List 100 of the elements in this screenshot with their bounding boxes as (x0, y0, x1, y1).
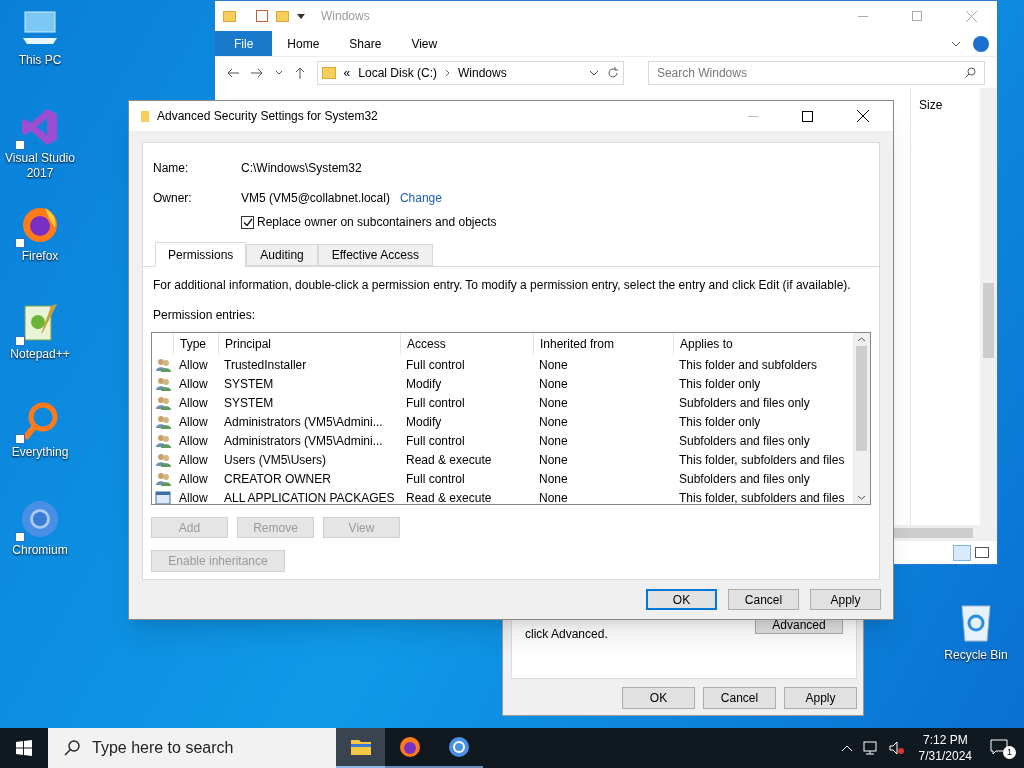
table-cell-text: Allow (178, 432, 209, 450)
dialog-button[interactable]: Apply (810, 589, 881, 610)
refresh-icon[interactable] (606, 66, 619, 79)
column-header[interactable]: Principal (218, 333, 400, 355)
tab[interactable]: Effective Access (317, 244, 433, 266)
tab[interactable]: Permissions (155, 242, 247, 267)
chevron-right-icon (445, 68, 450, 77)
clock-date[interactable]: 7/31/2024 (918, 748, 972, 764)
clock-time[interactable]: 7:12 PM (922, 732, 968, 748)
network-icon[interactable] (862, 741, 879, 755)
field-label: Name: (153, 160, 190, 177)
dropdown-icon[interactable] (274, 70, 283, 75)
maximize-icon[interactable] (802, 110, 813, 122)
table-cell-text: Allow (178, 394, 209, 412)
ribbon-tab[interactable]: File (215, 31, 273, 56)
column-header[interactable]: Type (173, 333, 218, 355)
table-cell-text: None (538, 451, 569, 469)
field-value: C:\Windows\System32 (241, 160, 363, 177)
chevron-up-icon[interactable] (840, 744, 853, 752)
info-text: For additional information, double-click a permission entry. To modify a permission entry, select the entry and click Edit (if available). (153, 277, 852, 294)
table-cell-text: None (538, 413, 569, 431)
taskbar-search-field[interactable]: Type here to search (48, 728, 336, 768)
desktop-icon-label[interactable]: This PC (2, 53, 78, 68)
scrollbar[interactable] (980, 88, 997, 525)
column-header[interactable]: Size (919, 98, 943, 112)
chromium-icon (446, 735, 471, 759)
table-cell-text: None (538, 470, 569, 488)
table-cell-text: Subfolders and files only (678, 470, 811, 488)
folder-icon (141, 110, 149, 122)
table-cell-text: Allow (178, 470, 209, 488)
table-cell-text: Full control (405, 356, 466, 374)
table-cell-text: SYSTEM (223, 394, 275, 412)
table-cell-text: Allow (178, 451, 209, 469)
dialog-button[interactable]: Cancel (703, 687, 776, 709)
address-bar[interactable]: « Local Disk (C:) Windows (316, 60, 624, 85)
breadcrumb[interactable]: Windows (458, 63, 507, 82)
address-prefix[interactable]: « (343, 63, 351, 82)
breadcrumb[interactable]: Local Disk (C:) (358, 63, 437, 82)
field-label: Owner: (153, 190, 193, 207)
up-icon[interactable] (294, 66, 305, 79)
search-icon (64, 740, 80, 756)
search-field[interactable]: Search Windows (647, 60, 985, 85)
users-icon (154, 375, 171, 392)
table-cell-text: None (538, 432, 569, 450)
table-cell-text: Full control (405, 432, 466, 450)
table-cell-text: ALL APPLICATION PACKAGES (223, 489, 396, 504)
taskbar-app-button[interactable] (336, 728, 385, 768)
change-link[interactable]: Change (399, 189, 442, 207)
desktop-icon-label[interactable]: Notepad++ (2, 347, 78, 362)
volume-muted-icon[interactable] (888, 741, 905, 755)
table-cell-text: Administrators (VM5\Admini... (223, 432, 384, 450)
thumbnail-view-icon[interactable] (975, 547, 989, 558)
dialog-button[interactable]: Apply (784, 687, 857, 709)
table-cell-text: This folder and subfolders (678, 356, 819, 374)
desktop-icon-label[interactable]: Firefox (2, 249, 78, 264)
dialog-button[interactable]: Cancel (728, 589, 799, 610)
table-cell-text: Allow (178, 489, 209, 504)
replace-owner-checkbox[interactable]: Replace owner on subcontainers and objects (241, 213, 869, 231)
ribbon-tab[interactable]: Home (272, 31, 335, 56)
back-icon[interactable] (227, 67, 239, 78)
dropdown-icon[interactable] (588, 69, 599, 76)
table-cell-text: Read & execute (405, 451, 493, 469)
table-cell-text: Modify (405, 413, 443, 431)
table-cell-text: Full control (405, 470, 466, 488)
table-cell-text: None (538, 356, 569, 374)
column-header[interactable]: Inherited from (533, 333, 673, 355)
ribbon-tab[interactable]: View (396, 31, 453, 56)
dialog-button[interactable]: OK (646, 589, 717, 610)
table-cell-text: This folder, subfolders and files (678, 451, 846, 469)
table-cell-text: TrustedInstaller (223, 356, 308, 374)
tab[interactable]: Auditing (246, 244, 318, 266)
users-icon (154, 432, 171, 449)
table-cell-text: Read & execute (405, 489, 493, 504)
table-cell-text: None (538, 375, 569, 393)
users-icon (154, 413, 171, 430)
window-icon (154, 489, 171, 504)
column-header[interactable]: Access (400, 333, 533, 355)
users-icon (154, 356, 171, 373)
close-icon[interactable] (857, 110, 869, 122)
table-cell-text: This folder only (678, 375, 762, 393)
dialog-button[interactable]: OK (622, 687, 695, 709)
users-icon (154, 451, 171, 468)
table-cell-text: Modify (405, 375, 443, 393)
folder-icon (321, 66, 336, 79)
hint-text: click Advanced. (525, 626, 608, 643)
field-value: VM5 (VM5@collabnet.local) (241, 190, 390, 207)
users-icon (154, 394, 171, 411)
ribbon-tab[interactable]: Share (334, 31, 397, 56)
start-icon[interactable] (16, 740, 32, 756)
scrollbar[interactable] (853, 333, 870, 504)
desktop-icon-label[interactable]: Visual Studio 2017 (2, 151, 78, 181)
desktop-icon-label[interactable]: Chromium (2, 543, 78, 558)
search-icon (965, 67, 976, 78)
desktop-icon-label[interactable]: Everything (2, 445, 78, 460)
chevron-icon[interactable] (951, 40, 961, 47)
desktop-icon-label[interactable]: Recycle Bin (944, 646, 1008, 664)
scroll-up-icon[interactable] (857, 337, 866, 342)
forward-icon[interactable] (250, 67, 263, 78)
dropdown-icon[interactable] (297, 13, 305, 19)
scroll-down-icon[interactable] (857, 495, 866, 500)
